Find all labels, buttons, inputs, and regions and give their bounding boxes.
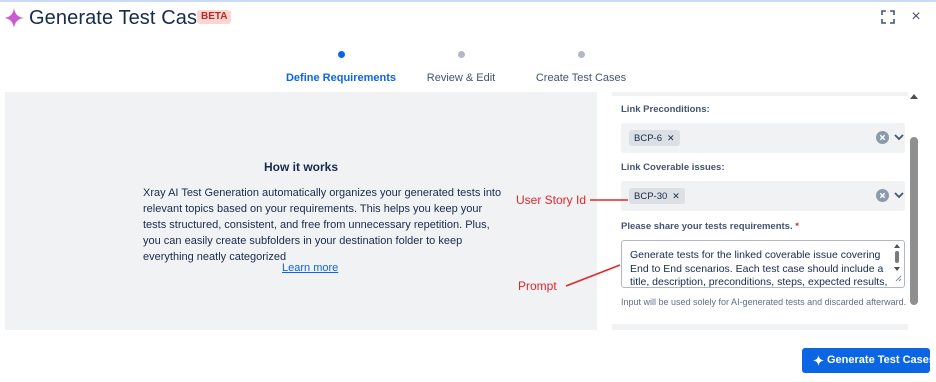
coverable-chip: BCP-30 ✕ — [629, 188, 685, 204]
step-review-edit[interactable]: Review & Edit — [427, 72, 495, 84]
coverable-issues-label: Link Coverable issues: — [621, 162, 725, 173]
fullscreen-icon[interactable] — [880, 9, 896, 25]
beta-badge: BETA — [197, 10, 232, 24]
required-asterisk: * — [795, 221, 799, 232]
next-field-edge — [612, 324, 908, 330]
requirements-helper-text: Input will be used solely for AI-generat… — [621, 297, 907, 307]
generate-test-cases-button[interactable]: Generate Test Cases — [802, 348, 935, 373]
form-top-edge — [612, 92, 908, 96]
chip-label: BCP-6 — [634, 133, 662, 144]
close-icon[interactable]: × — [909, 7, 923, 27]
generate-button-label: Generate Test Cases — [827, 354, 936, 366]
modal-header: Generate Test Cases BETA × — [0, 4, 936, 34]
step-indicator-define — [338, 51, 345, 58]
step-indicator-review — [458, 51, 465, 58]
chip-remove-icon[interactable]: ✕ — [672, 191, 680, 201]
requirements-label-text: Please share your tests requirements. — [621, 221, 793, 232]
chevron-down-icon[interactable] — [893, 189, 905, 201]
requirements-form: Link Preconditions: BCP-6 ✕ Link Coverabl… — [612, 92, 908, 330]
precondition-chip: BCP-6 ✕ — [629, 130, 680, 146]
panel-scrollbar[interactable] — [908, 92, 920, 330]
step-define-requirements[interactable]: Define Requirements — [286, 72, 396, 84]
preconditions-select[interactable]: BCP-6 ✕ — [621, 123, 905, 153]
wizard-stepper: Define Requirements Review & Edit Create… — [0, 46, 936, 86]
scroll-up-arrow-icon[interactable] — [910, 94, 918, 99]
learn-more-link[interactable]: Learn more — [282, 262, 338, 274]
chip-remove-icon[interactable]: ✕ — [667, 133, 675, 143]
sparkle-icon — [4, 8, 24, 28]
textarea-scrollbar[interactable] — [892, 243, 902, 283]
chip-label: BCP-30 — [634, 191, 668, 202]
requirements-textarea[interactable]: Generate tests for the linked coverable … — [621, 240, 905, 288]
step-indicator-create — [578, 51, 585, 58]
step-create-test-cases[interactable]: Create Test Cases — [536, 72, 626, 84]
requirements-text: Generate tests for the linked coverable … — [630, 249, 888, 288]
coverable-issues-select[interactable]: BCP-30 ✕ — [621, 181, 905, 211]
chevron-down-icon[interactable] — [893, 131, 905, 143]
preconditions-label: Link Preconditions: — [621, 104, 710, 115]
annotation-prompt: Prompt — [518, 279, 557, 293]
top-divider — [0, 0, 936, 2]
how-it-works-body: Xray AI Test Generation automatically or… — [143, 187, 502, 263]
clear-icon[interactable] — [876, 189, 889, 202]
modal-title: Generate Test Cases — [29, 7, 219, 29]
how-it-works-panel: How it works Xray AI Test Generation aut… — [5, 92, 597, 330]
annotation-user-story-id: User Story Id — [516, 193, 587, 207]
requirements-label: Please share your tests requirements. * — [621, 221, 799, 232]
scrollbar-thumb[interactable] — [910, 137, 918, 305]
how-it-works-title: How it works — [263, 160, 338, 174]
clear-icon[interactable] — [876, 131, 889, 144]
sparkle-icon — [813, 355, 824, 366]
